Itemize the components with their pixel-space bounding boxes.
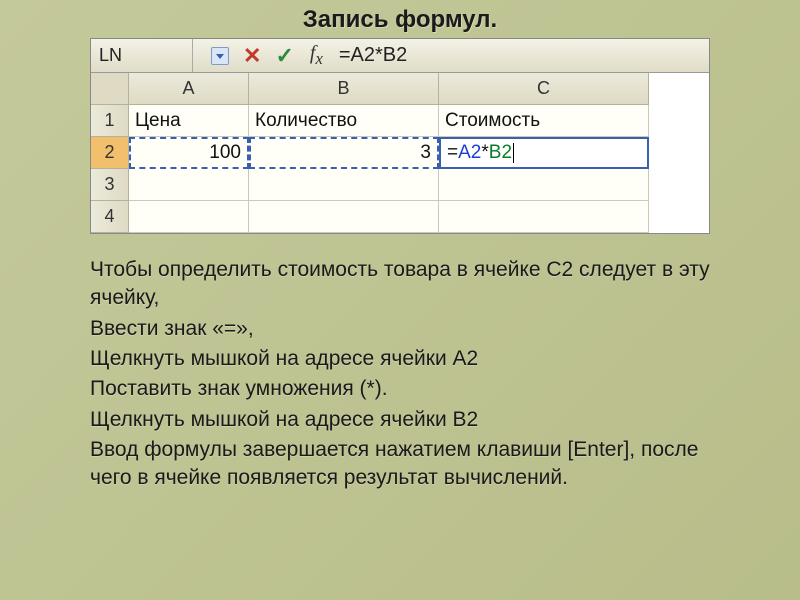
- body-line-2: Ввести знак «=»,: [90, 315, 710, 343]
- body-line-6: Ввод формулы завершается нажатием клавиш…: [90, 436, 710, 493]
- row-header-2[interactable]: 2: [91, 137, 129, 169]
- excel-screenshot: LN ✕ ✓ fx =A2*B2 A B C 1 Цена Количество…: [90, 38, 710, 234]
- cell-b3[interactable]: [249, 169, 439, 201]
- name-box[interactable]: LN: [91, 39, 193, 72]
- text-cursor: [513, 143, 514, 163]
- body-text: Чтобы определить стоимость товара в ячей…: [0, 234, 800, 493]
- cell-b4[interactable]: [249, 201, 439, 233]
- slide-title: Запись формул.: [0, 0, 800, 38]
- cell-a1[interactable]: Цена: [129, 105, 249, 137]
- row-header-1[interactable]: 1: [91, 105, 129, 137]
- cell-b1[interactable]: Количество: [249, 105, 439, 137]
- cell-c4[interactable]: [439, 201, 649, 233]
- body-line-3: Щелкнуть мышкой на адресе ячейки А2: [90, 345, 710, 373]
- dropdown-icon[interactable]: [211, 47, 229, 65]
- cancel-icon[interactable]: ✕: [237, 43, 267, 69]
- cell-c2[interactable]: =A2*B2: [439, 137, 649, 169]
- formula-ref-b2: B2: [489, 142, 512, 164]
- cell-a3[interactable]: [129, 169, 249, 201]
- select-all-corner[interactable]: [91, 73, 129, 105]
- formula-bar-input[interactable]: =A2*B2: [333, 44, 407, 67]
- cell-a2[interactable]: 100: [129, 137, 249, 169]
- col-header-c[interactable]: C: [439, 73, 649, 105]
- spreadsheet-grid: A B C 1 Цена Количество Стоимость 2 100 …: [91, 73, 709, 233]
- formula-equals: =: [447, 142, 458, 164]
- cell-a4[interactable]: [129, 201, 249, 233]
- body-line-1: Чтобы определить стоимость товара в ячей…: [90, 256, 710, 313]
- col-header-a[interactable]: A: [129, 73, 249, 105]
- body-line-4: Поставить знак умножения (*).: [90, 375, 710, 403]
- formula-bar: LN ✕ ✓ fx =A2*B2: [91, 39, 709, 73]
- formula-operator: *: [481, 142, 488, 164]
- cell-c3[interactable]: [439, 169, 649, 201]
- body-line-5: Щелкнуть мышкой на адресе ячейки В2: [90, 406, 710, 434]
- fx-icon[interactable]: fx: [302, 42, 331, 69]
- formula-ref-a2: A2: [458, 142, 481, 164]
- cell-c1[interactable]: Стоимость: [439, 105, 649, 137]
- cell-b2[interactable]: 3: [249, 137, 439, 169]
- enter-icon[interactable]: ✓: [269, 43, 299, 69]
- row-header-4[interactable]: 4: [91, 201, 129, 233]
- formula-bar-controls: ✕ ✓ fx =A2*B2: [193, 42, 407, 69]
- row-header-3[interactable]: 3: [91, 169, 129, 201]
- col-header-b[interactable]: B: [249, 73, 439, 105]
